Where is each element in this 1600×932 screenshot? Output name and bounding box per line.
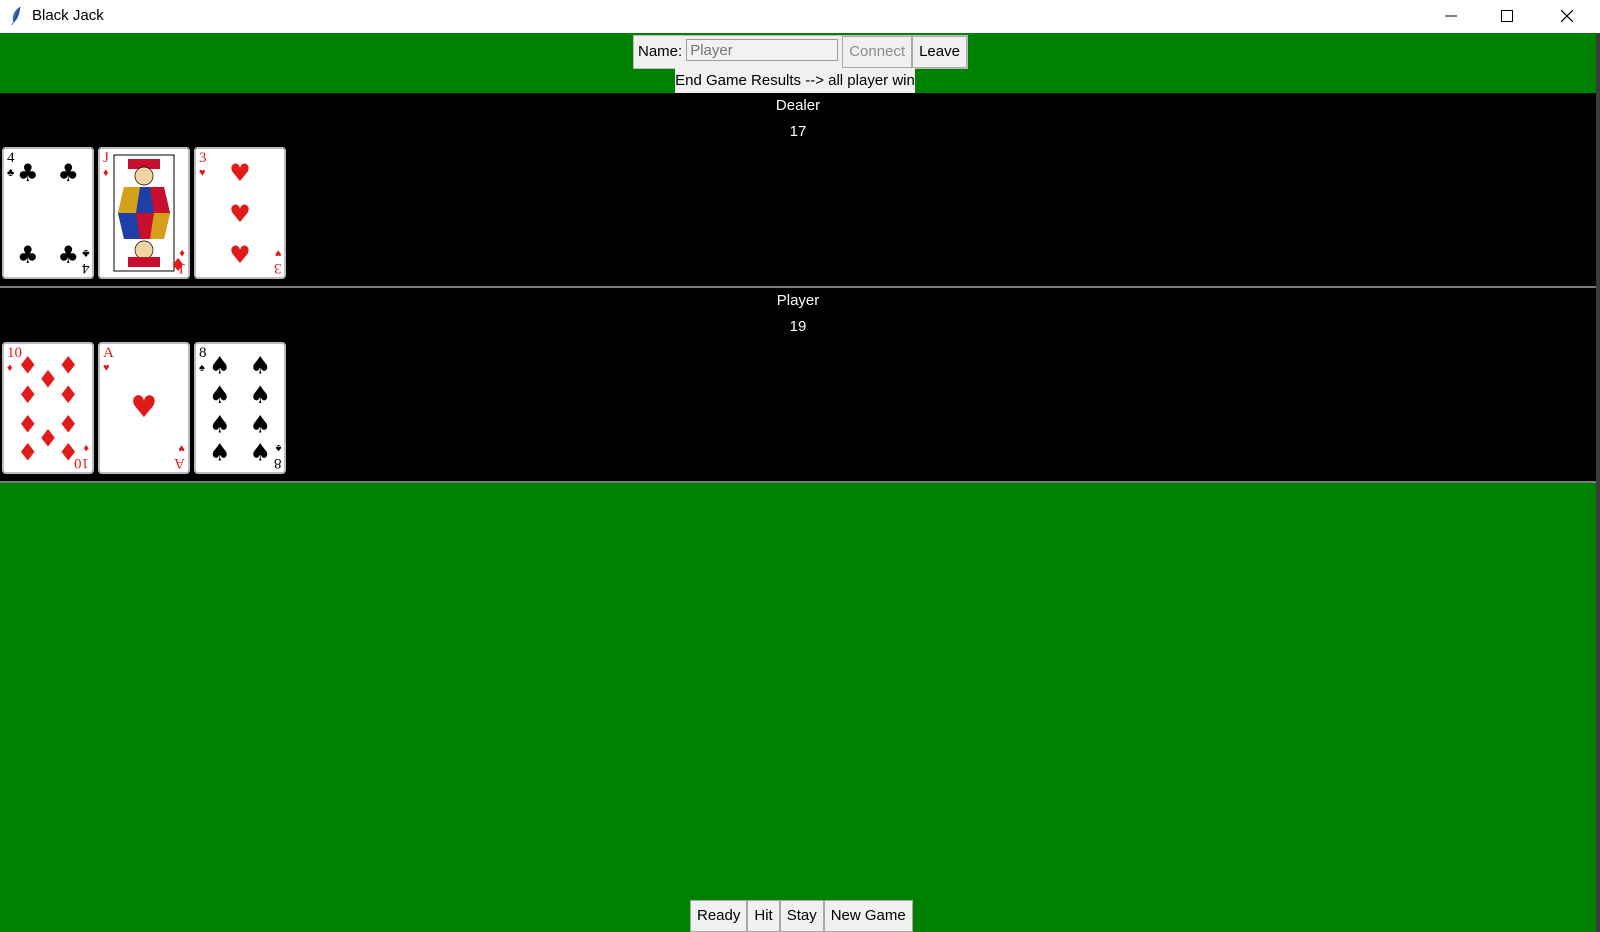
name-input[interactable] [686,39,839,61]
dealer-card: ♦ J ♦ J ♦ [98,147,190,279]
card-pips: ♥ ♥ ♥ [229,159,251,269]
hearts-pip: ♥ [229,200,251,228]
player-hand-panel: Player 19 ♦ ♦ ♦ ♦ ♦ ♦ ♦ ♦ ♦ ♦ 10 ♦ 10 ♦ ♥ A ♥ A ♥ ♠ ♠ ♠ ♠ ♠ ♠ ♠ ♠ 8… [0,288,1596,481]
card-rank-index: 4 ♣ [7,150,15,180]
action-bar: Ready Hit Stay New Game [690,900,913,932]
diamonds-pip: ♦ [37,366,59,394]
face-card-art: ♦ [113,154,186,276]
clubs-pip: ♣ [57,241,79,269]
dealer-card: ♣ ♣ ♣ ♣ 4 ♣ 4 ♣ [2,147,94,279]
card-rank-index: 10 ♦ [74,442,89,471]
card-rank-index: 3 ♥ [273,247,282,276]
stay-button[interactable]: Stay [779,900,824,932]
player-title: Player [776,292,820,309]
window-title: Black Jack [32,7,104,24]
card-rank-index: J ♦ [103,150,109,180]
name-label: Name: [638,43,683,60]
dealer-score: 17 [789,123,807,140]
spades-pip: ♠ [249,439,271,467]
title-bar: Black Jack [0,0,1600,32]
window-edge [1596,33,1600,932]
diamonds-pip: ♦ [57,381,79,409]
player-score: 19 [789,318,807,335]
card-rank-index: 8 ♠ [199,345,207,375]
player-card: ♦ ♦ ♦ ♦ ♦ ♦ ♦ ♦ ♦ ♦ 10 ♦ 10 ♦ [2,342,94,474]
dealer-title: Dealer [775,97,821,114]
clubs-pip: ♣ [57,159,79,187]
diamonds-pip: ♦ [17,439,39,467]
card-rank-index: 4 ♣ [81,247,90,276]
spades-pip: ♠ [209,352,231,380]
connection-bar: Name: Connect Leave [633,35,968,69]
diamonds-pip: ♦ [37,424,59,452]
hearts-pip: ♥ [229,159,251,187]
minimize-button[interactable] [1428,0,1474,32]
spades-pip: ♠ [249,410,271,438]
spades-pip: ♠ [209,381,231,409]
clubs-pip: ♣ [17,241,39,269]
card-rank-index: A ♥ [174,442,185,471]
new-game-button[interactable]: New Game [823,900,913,932]
game-table: Name: Connect Leave End Game Results -->… [0,33,1596,932]
game-results-label: End Game Results --> all player win [675,68,915,93]
hearts-pip: ♥ [229,241,251,269]
card-rank-index: A ♥ [103,345,114,375]
card-pips: ♠ ♠♠ ♠♠ ♠♠ ♠ [209,352,271,467]
spades-pip: ♠ [209,410,231,438]
spades-pip: ♠ [249,381,271,409]
leave-button[interactable]: Leave [912,36,967,68]
feather-icon [8,6,24,26]
card-rank-index: 3 ♥ [199,150,207,180]
hand-divider [0,481,1596,483]
player-card: ♠ ♠ ♠ ♠ ♠ ♠ ♠ ♠ 8 ♠ 8 ♠ [194,342,286,474]
card-rank-index: J ♦ [179,247,185,276]
clubs-pip: ♣ [17,159,39,187]
card-pips: ♦ [113,154,186,276]
diamonds-pip: ♦ [17,381,39,409]
dealer-hand-panel: Dealer 17 ♣ ♣ ♣ ♣ 4 ♣ 4 ♣ ♦ J ♦ J ♦ ♥ ♥ ♥ 3 ♥ 3 ♥ [0,93,1596,286]
diamonds-pip: ♦ [57,410,79,438]
connect-button[interactable]: Connect [842,36,913,68]
card-rank-index: 8 ♠ [273,442,282,471]
close-button[interactable] [1544,0,1590,32]
diamonds-pip: ♦ [17,410,39,438]
spades-pip: ♠ [249,352,271,380]
maximize-button[interactable] [1484,0,1530,32]
diamonds-pip: ♦ [57,352,79,380]
spades-pip: ♠ [209,439,231,467]
player-card: ♥ A ♥ A ♥ [98,342,190,474]
hearts-pip: ♥ [131,390,158,425]
dealer-card: ♥ ♥ ♥ 3 ♥ 3 ♥ [194,147,286,279]
card-rank-index: 10 ♦ [7,345,22,375]
ready-button[interactable]: Ready [690,900,748,932]
card-pips: ♣ ♣ ♣ ♣ [17,159,79,269]
hit-button[interactable]: Hit [747,900,780,932]
